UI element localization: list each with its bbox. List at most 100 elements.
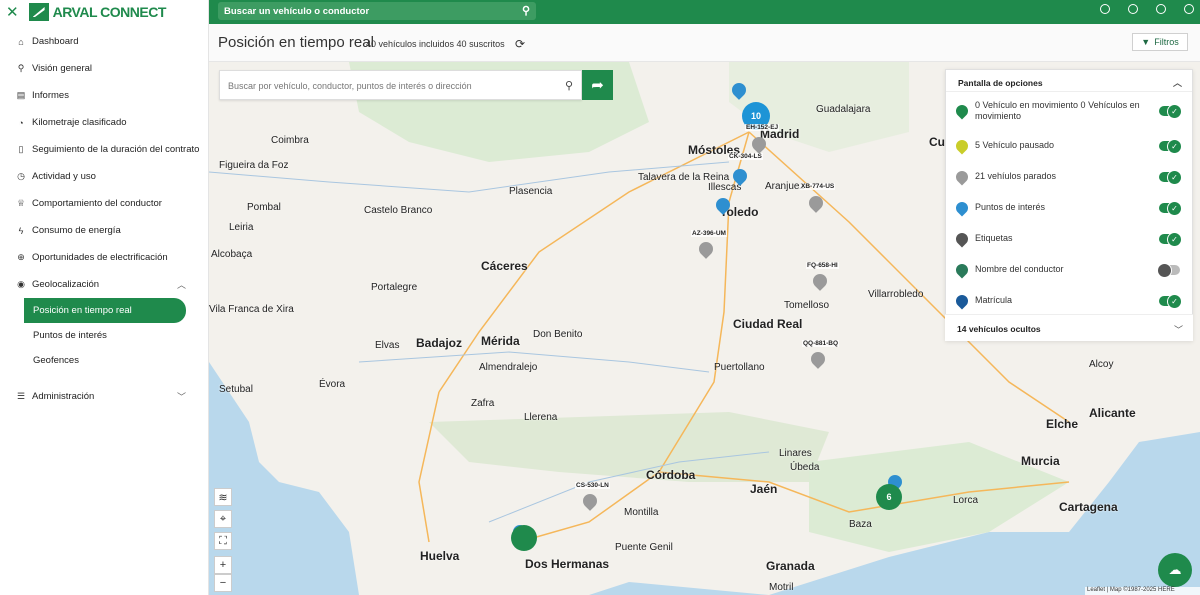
vehicle-cluster[interactable] <box>511 525 537 551</box>
topbar: Buscar un vehículo o conductor ⚲ <box>209 0 1200 24</box>
place-label: Dos Hermanas <box>525 557 610 571</box>
option-label: Etiquetas <box>975 233 1013 243</box>
location-icon: ◉ <box>17 279 25 289</box>
locate-control[interactable]: ⌖ <box>214 510 232 528</box>
sidebar-item-geolocation[interactable]: ◉ Geolocalización ︿ <box>0 271 208 298</box>
option-label: 5 Vehículo pausado <box>975 140 1055 150</box>
option-toggle[interactable] <box>1159 231 1182 247</box>
sidebar-item-mileage[interactable]: ◔ Kilometraje clasificado <box>0 109 208 136</box>
place-label: Badajoz <box>416 336 463 350</box>
option-row: Matrícula <box>946 285 1192 316</box>
map-search-input[interactable]: Buscar por vehículo, conductor, puntos d… <box>219 70 582 100</box>
place-label: Almendralejo <box>479 362 538 373</box>
plate-label[interactable]: CS-530-LN <box>575 482 610 489</box>
sidebar-item-reports[interactable]: ▤ Informes <box>0 82 208 109</box>
pin-icon: ⌖ <box>219 512 227 525</box>
top-icons <box>1100 4 1194 14</box>
place-label: Vila Franca de Xira <box>209 304 294 315</box>
sidebar-item-driver-behavior[interactable]: ♕ Comportamiento del conductor <box>0 190 208 217</box>
fullscreen-control[interactable]: ⛶ <box>214 532 232 550</box>
sidebar-item-energy[interactable]: ϟ Consumo de energía <box>0 217 208 244</box>
sidebar-item-admin[interactable]: ☰ Administración ﹀ <box>0 383 208 410</box>
sidebar-item-dashboard[interactable]: ⌂ Dashboard <box>0 28 208 55</box>
place-label: Aranjuez <box>765 181 805 192</box>
close-icon[interactable]: ✕ <box>6 5 19 20</box>
marker-icon <box>953 230 971 247</box>
page-title: Posición en tiempo real <box>218 34 374 51</box>
bell-icon[interactable] <box>1128 4 1138 14</box>
page-header: Posición en tiempo real 40 vehículos inc… <box>209 24 1200 62</box>
option-toggle[interactable] <box>1159 104 1182 119</box>
activity-icon: ◷ <box>17 171 25 181</box>
option-row: Nombre del conductor <box>946 254 1192 285</box>
global-search-input[interactable]: Buscar un vehículo o conductor ⚲ <box>218 2 536 20</box>
sidebar-item-overview[interactable]: ⚲ Visión general <box>0 55 208 82</box>
place-label: Linares <box>779 448 812 459</box>
plate-label[interactable]: AZ-396-UM <box>691 230 727 237</box>
download-button[interactable]: ☁ <box>1158 553 1192 587</box>
option-row: 5 Vehículo pausado <box>946 130 1192 161</box>
place-label: Portalegre <box>371 282 418 293</box>
vehicle-cluster[interactable]: 6 <box>876 484 902 510</box>
option-label: Puntos de interés <box>975 202 1046 212</box>
zoom-in-button[interactable]: + <box>214 556 232 574</box>
zoom-out-button[interactable]: − <box>214 574 232 592</box>
layers-control[interactable]: ≋ <box>214 488 232 506</box>
place-label: Illescas <box>708 182 742 193</box>
place-label: Llerena <box>524 412 558 423</box>
place-label: Cáceres <box>481 259 528 273</box>
fullscreen-icon: ⛶ <box>219 534 227 547</box>
energy-icon: ϟ <box>18 225 24 236</box>
sidebar-item-electrification[interactable]: ⊕ Oportunidades de electrificación <box>0 244 208 271</box>
sidebar-subitem-realtime[interactable]: Posición en tiempo real <box>24 298 186 323</box>
marker-icon <box>953 199 971 216</box>
plate-label[interactable]: CK-304-LS <box>728 153 763 160</box>
place-label: Figueira da Foz <box>219 160 289 171</box>
sidebar-item-contract[interactable]: ▯ Seguimiento de la duración del contrato <box>0 136 208 163</box>
option-toggle[interactable] <box>1159 200 1182 216</box>
options-header[interactable]: Pantalla de opciones ︿ <box>946 70 1192 92</box>
filters-button[interactable]: ▼ Filtros <box>1132 33 1188 51</box>
place-label: Lorca <box>953 495 979 506</box>
gauge-icon: ◔ <box>18 117 24 128</box>
user-icon[interactable] <box>1156 4 1166 14</box>
place-label: Puertollano <box>714 362 765 373</box>
option-toggle[interactable] <box>1159 138 1182 154</box>
marker-icon <box>953 137 971 154</box>
sidebar-subitem-poi[interactable]: Puntos de interés <box>0 323 208 348</box>
cloud-download-icon: ☁ <box>1168 562 1182 577</box>
document-icon: ▯ <box>18 144 24 154</box>
option-toggle[interactable] <box>1159 169 1182 185</box>
minus-icon: − <box>219 577 227 589</box>
filter-icon: ▼ <box>1141 37 1151 47</box>
route-button[interactable]: ➦ <box>582 70 613 100</box>
place-label: Montilla <box>624 507 659 518</box>
place-label: Alcobaça <box>211 249 253 260</box>
arval-logo[interactable]: ARVAL CONNECT <box>28 3 166 21</box>
hidden-vehicles-section[interactable]: 14 vehículos ocultos ﹀ <box>945 314 1193 341</box>
option-toggle[interactable] <box>1157 262 1180 278</box>
plate-label[interactable]: QQ-881-BQ <box>802 340 840 347</box>
refresh-icon[interactable]: ⟳ <box>515 37 525 51</box>
brand: ✕ ARVAL CONNECT <box>0 0 208 24</box>
place-label: Ciudad Real <box>733 317 803 331</box>
info-icon[interactable] <box>1100 4 1110 14</box>
plate-label[interactable]: FQ-658-HI <box>806 262 839 269</box>
sidebar-subitem-geofences[interactable]: Geofences <box>0 348 208 373</box>
place-label: Cartagena <box>1059 500 1118 514</box>
place-label: Alcoy <box>1089 359 1114 370</box>
place-label: Baza <box>849 519 872 530</box>
search-icon[interactable]: ⚲ <box>565 79 573 92</box>
place-label: Setubal <box>219 384 253 395</box>
trophy-icon: ♕ <box>16 198 26 208</box>
option-toggle[interactable] <box>1159 293 1182 309</box>
power-icon[interactable] <box>1184 4 1194 14</box>
plate-label[interactable]: XB-774-US <box>800 183 836 190</box>
search-icon[interactable]: ⚲ <box>522 4 530 17</box>
sidebar-item-activity[interactable]: ◷ Actividad y uso <box>0 163 208 190</box>
layers-icon: ≋ <box>218 491 228 504</box>
place-label: Guadalajara <box>816 104 871 115</box>
sliders-icon: ☰ <box>16 391 26 401</box>
plate-label[interactable]: EH-152-EJ <box>745 124 780 131</box>
place-label: Villarrobledo <box>868 289 924 300</box>
